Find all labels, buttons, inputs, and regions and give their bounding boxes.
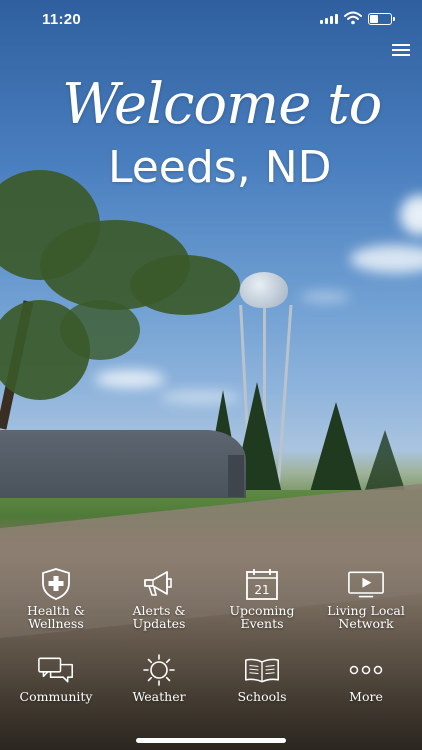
cellular-signal-icon bbox=[320, 14, 338, 24]
health-wellness-button[interactable]: Health & Wellness bbox=[8, 568, 104, 630]
battery-icon bbox=[368, 13, 395, 25]
tile-label: Upcoming Events bbox=[229, 603, 295, 631]
foliage bbox=[60, 300, 140, 360]
home-indicator[interactable] bbox=[136, 738, 286, 743]
shed-door bbox=[228, 455, 244, 497]
upcoming-events-button[interactable]: 21 Upcoming Events bbox=[214, 568, 310, 630]
status-time: 11:20 bbox=[42, 11, 82, 28]
community-button[interactable]: Community bbox=[8, 654, 104, 703]
background-cloud bbox=[350, 245, 422, 273]
calendar-day: 21 bbox=[254, 583, 269, 597]
more-dots-icon bbox=[349, 665, 383, 675]
tile-label: Community bbox=[19, 689, 93, 704]
calendar-icon: 21 bbox=[246, 569, 278, 600]
tile-label: Schools bbox=[237, 689, 287, 704]
background-cloud bbox=[95, 370, 165, 388]
weather-button[interactable]: Weather bbox=[111, 654, 207, 703]
tile-label: Alerts & Updates bbox=[132, 603, 186, 631]
pine-tree bbox=[365, 430, 405, 490]
pine-tree bbox=[310, 402, 362, 492]
background-cloud bbox=[160, 390, 240, 404]
tile-label: Living Local Network bbox=[327, 603, 405, 631]
home-screen: 11:20 Welcome to Leeds, ND Health & Welln… bbox=[0, 0, 422, 750]
tile-label: Health & Wellness bbox=[27, 603, 85, 631]
tile-label: More bbox=[349, 689, 383, 704]
tile-label: Weather bbox=[132, 689, 186, 704]
book-icon bbox=[245, 658, 279, 683]
water-tower-tank bbox=[240, 272, 288, 308]
status-bar: 11:20 bbox=[0, 0, 422, 40]
foliage bbox=[130, 255, 240, 315]
alerts-updates-button[interactable]: Alerts & Updates bbox=[111, 568, 207, 630]
megaphone-icon bbox=[144, 571, 172, 596]
living-local-network-button[interactable]: Living Local Network bbox=[318, 568, 414, 630]
wifi-icon bbox=[344, 11, 362, 25]
tv-play-icon bbox=[348, 571, 384, 598]
sun-glow bbox=[400, 195, 422, 235]
water-tower-leg bbox=[276, 305, 293, 490]
chat-bubbles-icon bbox=[38, 657, 73, 683]
background-cloud bbox=[300, 292, 350, 302]
town-name: Leeds, ND bbox=[108, 142, 332, 193]
health-shield-icon bbox=[42, 568, 70, 600]
welcome-heading: Welcome to bbox=[62, 72, 382, 137]
hamburger-menu-icon[interactable] bbox=[392, 44, 410, 56]
sun-icon bbox=[143, 654, 175, 686]
more-button[interactable]: More bbox=[318, 654, 414, 703]
schools-button[interactable]: Schools bbox=[214, 654, 310, 703]
quonset-shed bbox=[0, 430, 246, 498]
